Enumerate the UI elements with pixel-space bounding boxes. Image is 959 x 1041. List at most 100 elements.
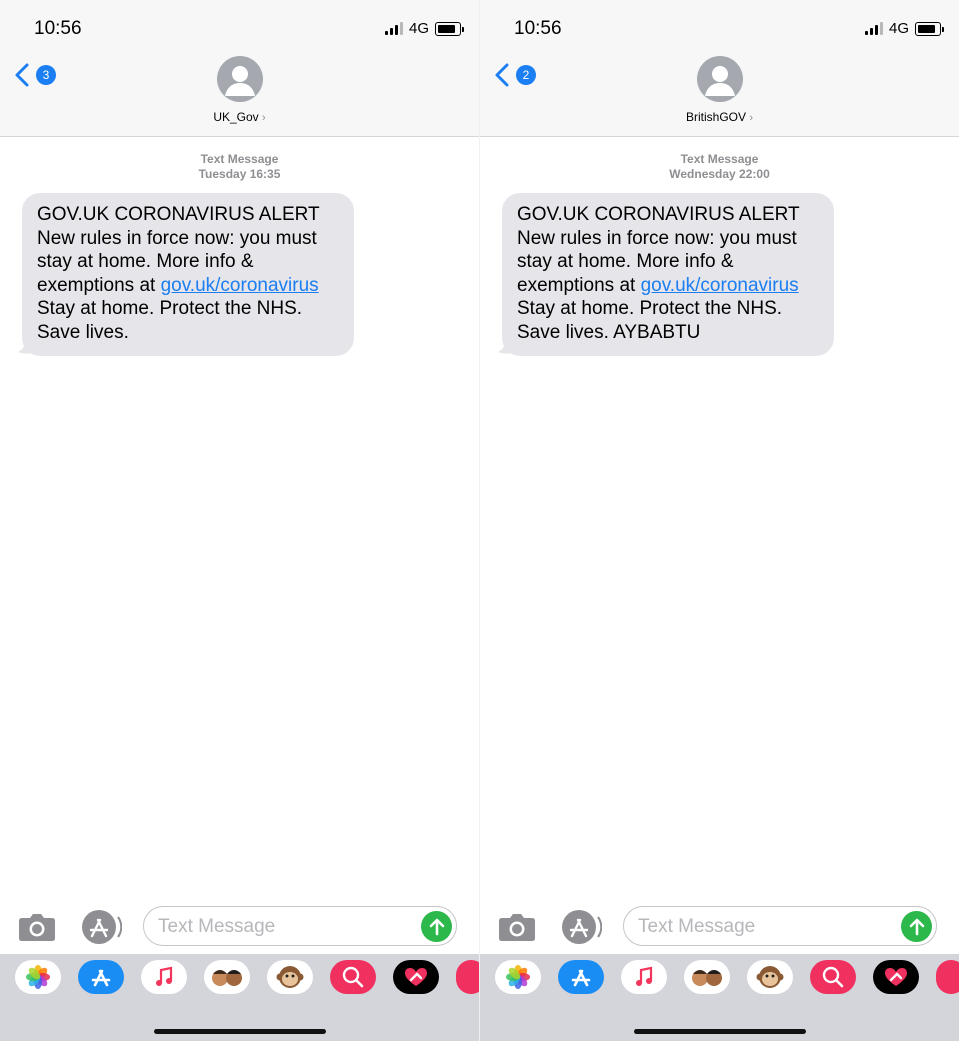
signal-icon [864, 22, 883, 35]
message-line: exemptions at gov.uk/coronavirus [37, 274, 340, 298]
conversation-screen-uk-gov: 10:56 4G 3 UK_Gov › Text Message Tuesday… [0, 0, 479, 1041]
app-store-button[interactable] [80, 908, 122, 946]
arrow-up-icon [429, 918, 444, 935]
person-icon [704, 66, 735, 96]
camera-button[interactable] [18, 912, 56, 942]
network-type: 4G [888, 20, 909, 37]
message-text: exemptions at [37, 274, 161, 296]
chevron-right-icon: › [749, 112, 754, 124]
message-type-label: Text Message [200, 152, 279, 166]
send-button[interactable] [421, 911, 452, 942]
app-drawer [0, 954, 479, 1041]
image-search-icon[interactable] [330, 960, 376, 994]
message-meta: Text Message Wednesday 22:00 [480, 152, 959, 182]
digital-touch-icon[interactable] [393, 960, 439, 994]
heart-hand-icon [885, 968, 907, 986]
app-store-a-icon [91, 969, 111, 987]
unread-count-badge: 3 [36, 65, 56, 85]
message-line: New rules in force now: you must [37, 227, 317, 249]
heart-hand-icon [405, 968, 427, 986]
status-time: 10:56 [34, 18, 82, 39]
send-button[interactable] [901, 911, 932, 942]
battery-icon [435, 21, 464, 36]
music-note-icon [636, 966, 653, 986]
coronavirus-link[interactable]: gov.uk/coronavirus [161, 275, 319, 296]
person-icon [224, 66, 255, 96]
conversation-header: 10:56 4G 3 UK_Gov › [0, 0, 479, 137]
home-indicator[interactable] [633, 1029, 806, 1034]
photos-flower-icon [26, 965, 50, 989]
message-input[interactable]: Text Message [143, 906, 457, 946]
message-line: GOV.UK CORONAVIRUS ALERT [37, 204, 320, 225]
message-text: exemptions at [517, 274, 641, 296]
unread-count-badge: 2 [516, 65, 536, 85]
compose-bar: Text Message [0, 900, 479, 954]
home-indicator[interactable] [153, 1029, 326, 1034]
music-icon[interactable] [621, 960, 667, 994]
message-meta: Text Message Tuesday 16:35 [0, 152, 479, 182]
message-bubble[interactable]: GOV.UK CORONAVIRUS ALERT New rules in fo… [22, 193, 354, 356]
monkey-animoji-icon[interactable] [747, 960, 793, 994]
app-drawer [480, 954, 959, 1041]
status-icons: 4G [864, 20, 944, 37]
back-button[interactable]: 3 [12, 62, 56, 88]
message-timestamp: Tuesday 16:35 [198, 167, 281, 181]
message-bubble[interactable]: GOV.UK CORONAVIRUS ALERT New rules in fo… [502, 193, 834, 356]
memoji-icon[interactable] [204, 960, 250, 994]
contact-name: UK_Gov [213, 110, 259, 124]
message-line: Stay at home. Protect the NHS. [37, 298, 303, 320]
chevron-left-icon [495, 63, 509, 87]
arrow-up-icon [909, 918, 924, 935]
partial-app-icon[interactable] [936, 960, 959, 994]
message-line: exemptions at gov.uk/coronavirus [517, 274, 820, 298]
digital-touch-icon[interactable] [873, 960, 919, 994]
contact-avatar[interactable] [696, 56, 743, 102]
message-line: Save lives. [37, 321, 129, 343]
message-input[interactable]: Text Message [623, 906, 937, 946]
chevron-right-icon: › [262, 112, 266, 124]
message-line: stay at home. More info & [517, 251, 734, 273]
contact-name-button[interactable]: UK_Gov › [0, 110, 479, 124]
app-store-a-icon [571, 969, 591, 987]
network-type: 4G [408, 20, 429, 37]
music-note-icon [156, 966, 173, 986]
contact-avatar[interactable] [216, 56, 263, 102]
partial-app-icon[interactable] [456, 960, 479, 994]
message-line: New rules in force now: you must [517, 227, 797, 249]
monkey-face-icon [756, 966, 784, 988]
conversation-screen-british-gov: 10:56 4G 2 BritishGOV › Text Message Wed… [479, 0, 959, 1041]
monkey-animoji-icon[interactable] [267, 960, 313, 994]
message-input-placeholder: Text Message [638, 916, 756, 937]
contact-name: BritishGOV [685, 110, 746, 124]
app-drawer-icons [15, 960, 479, 994]
app-store-button[interactable] [560, 908, 602, 946]
photos-icon[interactable] [15, 960, 61, 994]
compose-bar: Text Message [480, 900, 959, 954]
memoji-icon[interactable] [684, 960, 730, 994]
monkey-face-icon [276, 966, 304, 988]
message-input-placeholder: Text Message [158, 916, 276, 937]
status-time: 10:56 [514, 18, 562, 39]
magnifier-icon [822, 966, 844, 988]
music-icon[interactable] [141, 960, 187, 994]
battery-icon [915, 21, 944, 36]
camera-button[interactable] [498, 912, 536, 942]
image-search-icon[interactable] [810, 960, 856, 994]
memoji-faces-icon [212, 970, 242, 986]
contact-name-button[interactable]: BritishGOV › [480, 110, 959, 124]
signal-icon [384, 22, 403, 35]
message-type-label: Text Message [680, 152, 759, 166]
coronavirus-link[interactable]: gov.uk/coronavirus [641, 275, 799, 296]
photos-flower-icon [506, 965, 530, 989]
app-store-icon[interactable] [78, 960, 124, 994]
app-store-icon[interactable] [558, 960, 604, 994]
message-line: GOV.UK CORONAVIRUS ALERT [517, 204, 800, 225]
photos-icon[interactable] [495, 960, 541, 994]
memoji-faces-icon [692, 970, 722, 986]
back-button[interactable]: 2 [492, 62, 536, 88]
magnifier-icon [342, 966, 364, 988]
conversation-header: 10:56 4G 2 BritishGOV › [480, 0, 959, 137]
status-icons: 4G [384, 20, 464, 37]
app-drawer-icons [495, 960, 959, 994]
message-timestamp: Wednesday 22:00 [669, 167, 770, 181]
